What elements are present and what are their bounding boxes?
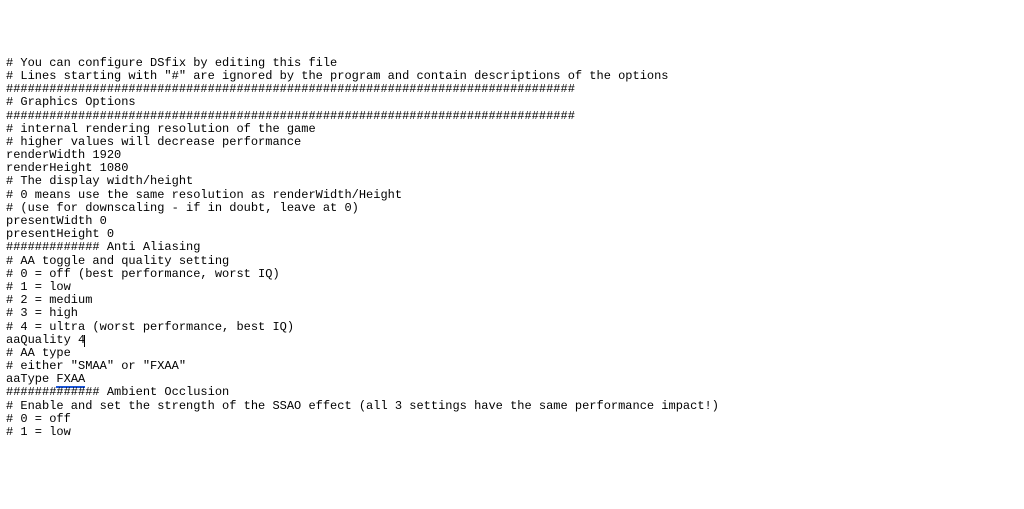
config-line[interactable]: # internal rendering resolution of the g… <box>6 123 1018 136</box>
config-line[interactable]: # 0 = off (best performance, worst IQ) <box>6 268 1018 281</box>
config-line[interactable]: # 2 = medium <box>6 294 1018 307</box>
config-line[interactable]: ########################################… <box>6 83 1018 96</box>
config-line[interactable]: # AA toggle and quality setting <box>6 255 1018 268</box>
config-line[interactable]: ########################################… <box>6 110 1018 123</box>
config-line[interactable]: ############# Ambient Occlusion <box>6 386 1018 399</box>
config-line[interactable]: # The display width/height <box>6 175 1018 188</box>
config-line[interactable]: aaQuality 4 <box>6 334 1018 347</box>
config-line[interactable]: # 1 = low <box>6 281 1018 294</box>
config-line[interactable]: # higher values will decrease performanc… <box>6 136 1018 149</box>
config-line[interactable]: # Enable and set the strength of the SSA… <box>6 400 1018 413</box>
text-caret <box>84 335 85 347</box>
text-editor-content[interactable]: # You can configure DSfix by editing thi… <box>6 57 1018 439</box>
config-line[interactable]: # Graphics Options <box>6 96 1018 109</box>
config-line[interactable]: # 4 = ultra (worst performance, best IQ) <box>6 321 1018 334</box>
config-line[interactable]: renderWidth 1920 <box>6 149 1018 162</box>
config-line[interactable]: presentWidth 0 <box>6 215 1018 228</box>
config-line[interactable]: # You can configure DSfix by editing thi… <box>6 57 1018 70</box>
config-line[interactable]: # (use for downscaling - if in doubt, le… <box>6 202 1018 215</box>
config-line[interactable]: # 0 = off <box>6 413 1018 426</box>
config-line[interactable]: # 1 = low <box>6 426 1018 439</box>
config-line[interactable]: # 0 means use the same resolution as ren… <box>6 189 1018 202</box>
config-line[interactable]: # 3 = high <box>6 307 1018 320</box>
config-line[interactable]: # either "SMAA" or "FXAA" <box>6 360 1018 373</box>
config-line[interactable]: ############# Anti Aliasing <box>6 241 1018 254</box>
